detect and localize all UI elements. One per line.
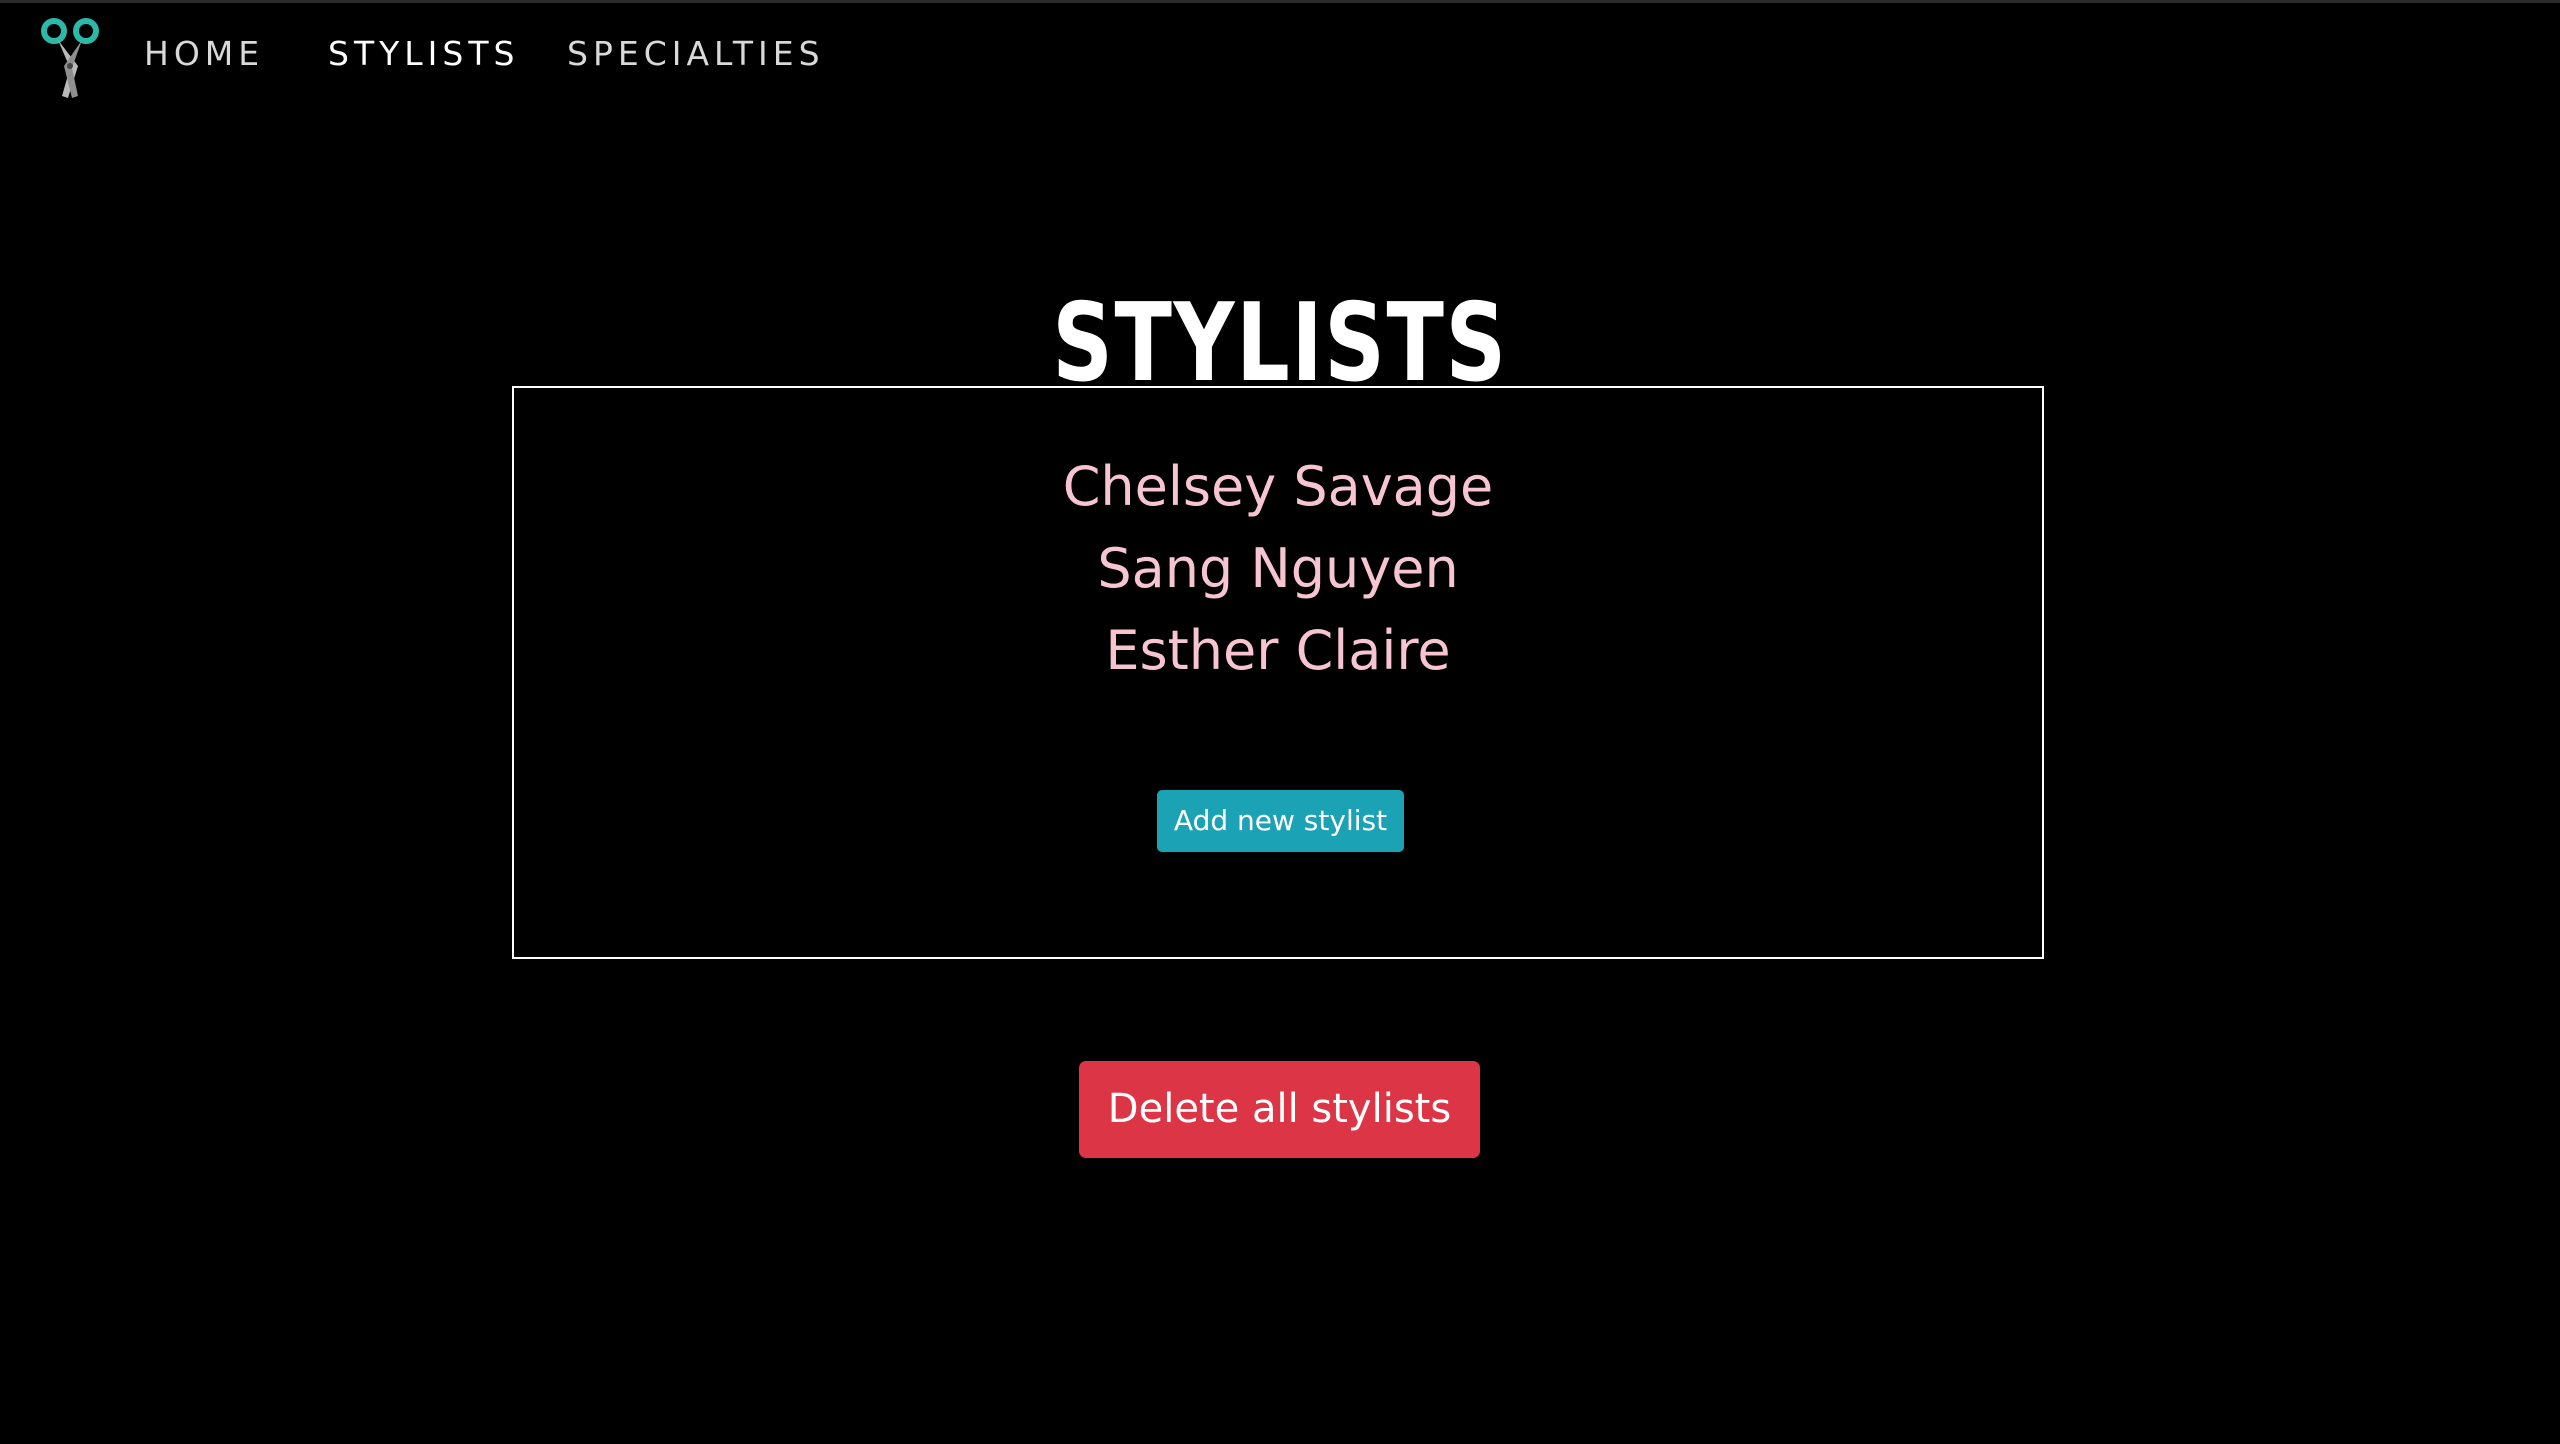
stylist-item[interactable]: Chelsey Savage <box>514 446 2042 528</box>
stylist-list: Chelsey Savage Sang Nguyen Esther Claire <box>514 446 2042 692</box>
nav-home-link[interactable]: HOME <box>144 34 264 73</box>
stylist-item[interactable]: Esther Claire <box>514 610 2042 692</box>
add-new-stylist-button[interactable]: Add new stylist <box>1157 790 1404 852</box>
scissors-icon[interactable] <box>38 16 104 102</box>
nav-specialties-link[interactable]: SPECIALTIES <box>567 34 825 73</box>
stylist-list-panel: Chelsey Savage Sang Nguyen Esther Claire… <box>512 386 2044 959</box>
delete-all-stylists-button[interactable]: Delete all stylists <box>1079 1061 1480 1158</box>
navbar: HOME STYLISTS SPECIALTIES <box>0 0 2560 110</box>
stylist-item[interactable]: Sang Nguyen <box>514 528 2042 610</box>
nav-stylists-link[interactable]: STYLISTS <box>328 34 519 73</box>
